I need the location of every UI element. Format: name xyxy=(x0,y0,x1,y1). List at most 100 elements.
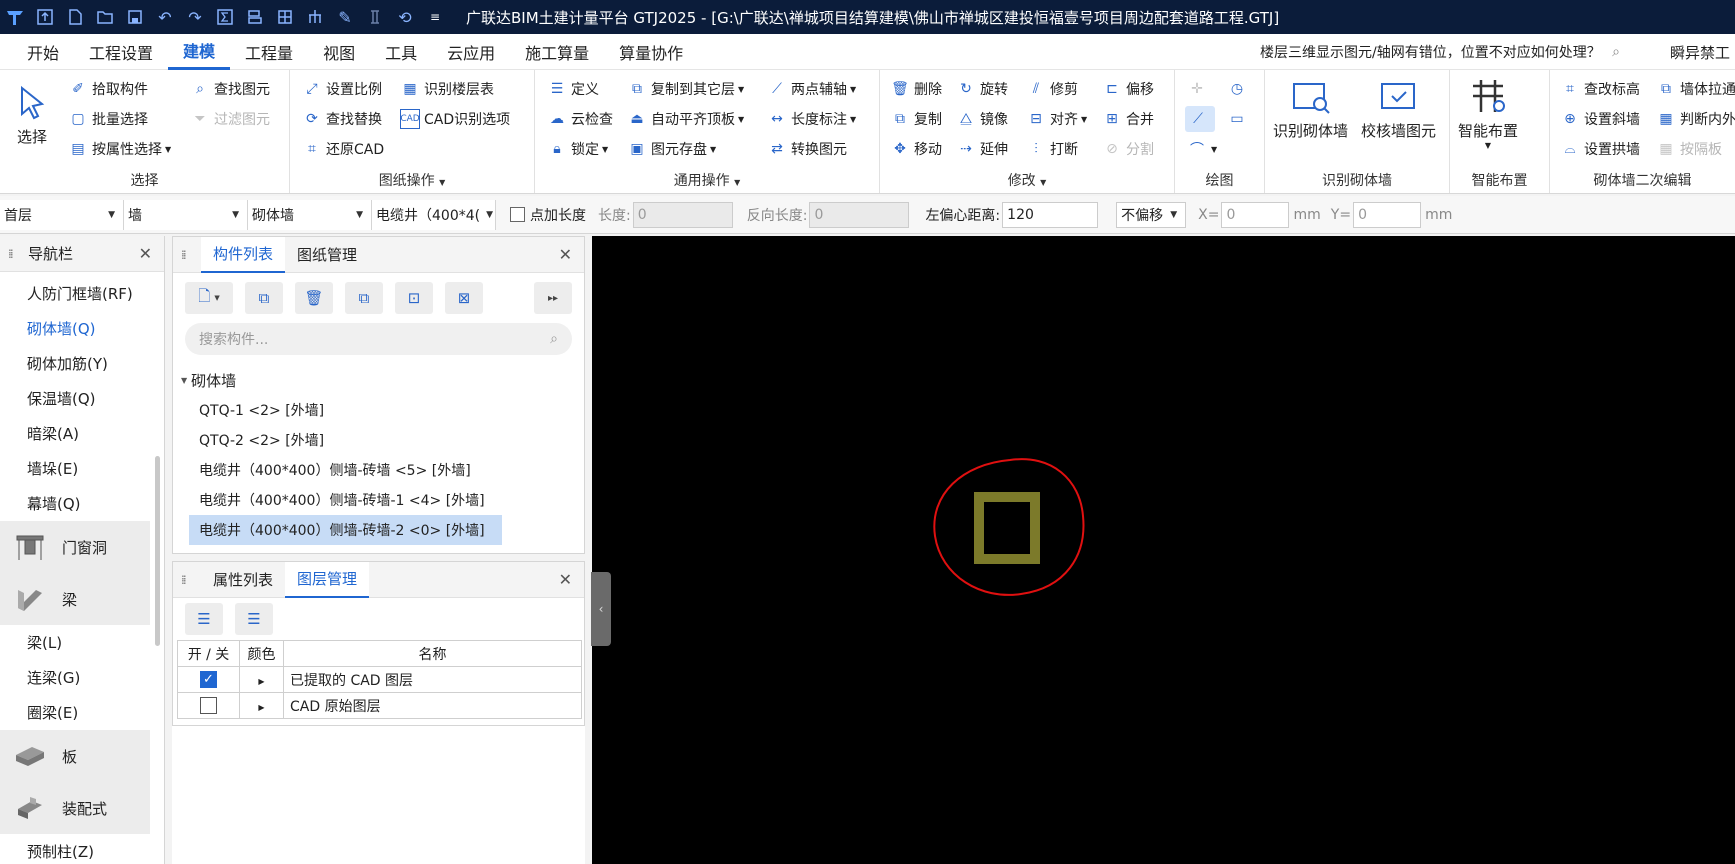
smart-layout-button[interactable]: 智能布置 ▼ xyxy=(1458,72,1518,150)
layer-color-cell[interactable]: ▶ xyxy=(239,666,284,693)
drag-handle-icon[interactable]: ⁞⁞ xyxy=(181,573,193,587)
close-icon[interactable]: ✕ xyxy=(559,570,572,589)
batch-select-button[interactable]: ▢ 批量选择 xyxy=(68,106,148,132)
arc-draw-button[interactable]: ⌒ ▼ xyxy=(1187,136,1217,162)
shift-select[interactable]: 不偏移 ▼ xyxy=(1116,201,1187,228)
layer-color-cell[interactable]: ▶ xyxy=(239,692,284,719)
length-input[interactable]: 0 xyxy=(632,201,733,228)
mirror-button[interactable]: ⧋ 镜像 xyxy=(956,106,1008,132)
nav-category-beam[interactable]: 梁 xyxy=(0,573,150,625)
new-component-button[interactable]: 🗋︎ ▼ xyxy=(185,282,233,314)
chevron-down-icon[interactable]: ▼ xyxy=(734,178,740,187)
menu-project-settings[interactable]: 工程设置 xyxy=(74,34,168,70)
cloud-check-button[interactable]: ☁ 云检查 xyxy=(547,106,613,132)
offset-distance-input[interactable]: 120 xyxy=(1002,201,1099,228)
tab-property-list[interactable]: 属性列表 xyxy=(201,562,285,598)
tab-layer-management[interactable]: 图层管理 xyxy=(285,561,370,598)
table-row[interactable]: ✓ ▶ 已提取的 CAD 图层 xyxy=(177,666,582,693)
nav-item-beam[interactable]: 梁(L) xyxy=(0,625,164,660)
select-button[interactable]: 选择 xyxy=(8,78,56,147)
floor-select[interactable]: 首层 ▼ xyxy=(0,199,124,230)
reverse-length-input[interactable]: 0 xyxy=(809,201,910,228)
tree-item[interactable]: QTQ-1 <2> [外墙] xyxy=(189,395,584,425)
tab-component-list[interactable]: 构件列表 xyxy=(201,236,286,273)
tree-item-selected[interactable]: 电缆井（400*400）侧墙-砖墙-2 <0> [外墙] xyxy=(189,515,502,545)
structure-icon[interactable] xyxy=(300,0,330,34)
menu-tools[interactable]: 工具 xyxy=(370,34,432,70)
copy-to-layer-button[interactable]: ⧉ 复制到其它层 ▼ xyxy=(627,76,744,102)
layer-icon[interactable] xyxy=(240,0,270,34)
element-save-button[interactable]: ▣ 图元存盘 ▼ xyxy=(627,136,716,162)
menu-collaboration[interactable]: 算量协作 xyxy=(604,34,698,70)
grid-icon[interactable] xyxy=(270,0,300,34)
recognize-wall-button[interactable]: 识别砌体墙 xyxy=(1273,72,1348,141)
check-wall-button[interactable]: 校核墙图元 xyxy=(1361,72,1436,141)
delete-button[interactable]: 🗑︎ 删除 xyxy=(890,76,942,102)
nav-category-prefab[interactable]: 装配式 xyxy=(0,782,150,834)
copy-button[interactable]: ⧉ 复制 xyxy=(890,106,942,132)
x-input[interactable]: 0 xyxy=(1221,201,1290,228)
y-input[interactable]: 0 xyxy=(1353,201,1422,228)
drag-handle-icon[interactable]: ⁞⁞ xyxy=(8,247,20,261)
close-icon[interactable]: ✕ xyxy=(559,245,572,264)
menu-start[interactable]: 开始 xyxy=(12,34,74,70)
set-scale-button[interactable]: ⤢ 设置比例 xyxy=(302,76,382,102)
redo-icon[interactable]: ↷ xyxy=(180,0,210,34)
nav-item-curtain-wall[interactable]: 幕墙(Q) xyxy=(0,486,164,521)
recognize-floor-table-button[interactable]: ▦ 识别楼层表 xyxy=(400,76,494,102)
save-icon[interactable] xyxy=(120,0,150,34)
filter-element-button[interactable]: ⏷ 过滤图元 xyxy=(190,106,270,132)
tree-item[interactable]: 电缆井（400*400）侧墙-砖墙-1 <4> [外墙] xyxy=(189,485,584,515)
gauge-button[interactable]: ◷ xyxy=(1227,76,1251,102)
auto-align-button[interactable]: ⏏ 自动平齐顶板 ▼ xyxy=(627,106,744,132)
nav-item-prefab-column[interactable]: 预制柱(Z) xyxy=(0,834,164,864)
split-button[interactable]: ⊘ 分割 xyxy=(1102,136,1154,162)
sum-icon[interactable] xyxy=(210,0,240,34)
menu-quantities[interactable]: 工程量 xyxy=(230,34,308,70)
extend-button[interactable]: ⇢ 延伸 xyxy=(956,136,1008,162)
show-layer-button[interactable]: ☰ xyxy=(185,603,223,635)
copy-component-button[interactable]: ⧉ xyxy=(245,282,283,314)
move-button[interactable]: ✥ 移动 xyxy=(890,136,942,162)
column-icon[interactable] xyxy=(360,0,390,34)
layer-checkbox[interactable] xyxy=(200,697,217,714)
layer-checkbox-checked[interactable]: ✓ xyxy=(200,671,217,688)
nav-item-hidden-beam[interactable]: 暗梁(A) xyxy=(0,416,164,451)
close-icon[interactable]: ✕ xyxy=(139,244,152,263)
trim-button[interactable]: ⫽ 修剪 xyxy=(1026,76,1078,102)
help-search[interactable]: 楼层三维显示图元/轴网有错位，位置不对应如何处理？ ⌕ xyxy=(1260,39,1630,65)
convert-element-button[interactable]: ⇄ 转换图元 xyxy=(767,136,847,162)
nav-item-masonry-wall[interactable]: 砌体墙(Q) xyxy=(0,311,164,346)
tree-item[interactable]: QTQ-2 <2> [外墙] xyxy=(189,425,584,455)
rect-draw-button[interactable]: ▭ xyxy=(1227,106,1251,132)
menu-modeling[interactable]: 建模 xyxy=(168,34,231,70)
two-point-axis-button[interactable]: ⟋ 两点辅轴 ▼ xyxy=(767,76,856,102)
sync-icon[interactable]: ⟲ xyxy=(390,0,420,34)
nav-category-door-window[interactable]: 门窗洞 xyxy=(0,521,150,573)
restore-cad-button[interactable]: ⌗ 还原CAD xyxy=(302,136,384,162)
tree-item[interactable]: 电缆井（400*400）侧墙-砖墙 <5> [外墙] xyxy=(189,455,584,485)
customize-icon[interactable]: ≡ xyxy=(420,0,450,34)
delete-component-button[interactable]: 🗑︎ xyxy=(295,282,333,314)
tree-root-masonry[interactable]: ▼ 砌体墙 xyxy=(173,365,584,395)
rotate-button[interactable]: ↻ 旋转 xyxy=(956,76,1008,102)
nav-scrollbar[interactable] xyxy=(155,456,160,646)
nav-item-rf[interactable]: 人防门框墙(RF) xyxy=(0,276,164,311)
table-row[interactable]: ▶ CAD 原始图层 xyxy=(177,692,582,719)
nav-item-insulation-wall[interactable]: 保温墙(Q) xyxy=(0,381,164,416)
define-button[interactable]: ☰ 定义 xyxy=(547,76,599,102)
drag-handle-icon[interactable]: ⁞⁞ xyxy=(181,248,193,262)
more-button[interactable]: ▸▸ xyxy=(534,282,572,314)
merge-button[interactable]: ⊞ 合并 xyxy=(1102,106,1154,132)
partition-button[interactable]: ▦ 按隔板 xyxy=(1656,136,1722,162)
tab-drawing-management[interactable]: 图纸管理 xyxy=(285,237,369,273)
category-select[interactable]: 墙 ▼ xyxy=(124,199,248,230)
cad-options-button[interactable]: CAD CAD识别选项 xyxy=(400,106,510,132)
nav-item-ring-beam[interactable]: 圈梁(E) xyxy=(0,695,164,730)
nav-item-masonry-rebar[interactable]: 砌体加筋(Y) xyxy=(0,346,164,381)
upload-icon[interactable] xyxy=(30,0,60,34)
align-button[interactable]: ⊟ 对齐 ▼ xyxy=(1026,106,1087,132)
chevron-down-icon[interactable]: ▼ xyxy=(439,178,445,187)
pick-component-button[interactable]: ✐ 拾取构件 xyxy=(68,76,148,102)
menu-view[interactable]: 视图 xyxy=(308,34,370,70)
